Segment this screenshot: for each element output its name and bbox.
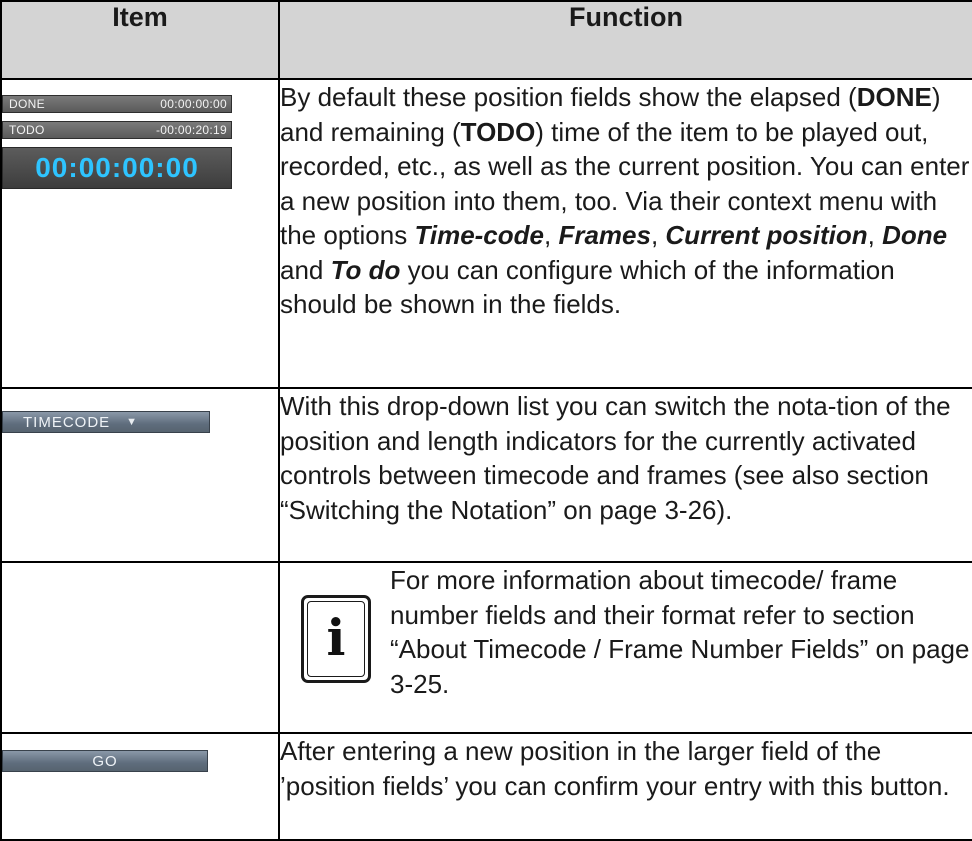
done-field[interactable]: DONE 00:00:00:00: [2, 95, 232, 113]
info-note-text: For more information about timecode/ fra…: [390, 565, 970, 699]
go-button-description: After entering a new position in the lar…: [278, 732, 972, 841]
table-row-position-fields: DONE 00:00:00:00 TODO -00:00:20:19 00:00…: [0, 78, 972, 389]
info-note-cell: i For more information about timecode/ f…: [278, 561, 972, 734]
position-fields-description: By default these position fields show th…: [278, 78, 972, 389]
table-header-row: Item Function: [0, 0, 972, 80]
table-row-go-button: GO After entering a new position in the …: [0, 732, 972, 841]
dropdown-description: With this drop-down list you can switch …: [278, 387, 972, 563]
current-position-field[interactable]: 00:00:00:00: [2, 147, 232, 189]
done-label: DONE: [9, 97, 45, 111]
option-frames: Frames: [558, 220, 651, 250]
table-row-info-note: i For more information about timecode/ f…: [0, 561, 972, 734]
position-fields-cell: DONE 00:00:00:00 TODO -00:00:20:19 00:00…: [0, 78, 280, 389]
todo-field[interactable]: TODO -00:00:20:19: [2, 121, 232, 139]
todo-value: -00:00:20:19: [156, 123, 227, 137]
separator-4: and: [280, 254, 331, 285]
current-position-value: 00:00:00:00: [35, 152, 199, 183]
go-button-cell: GO: [0, 732, 280, 841]
separator-1: ,: [544, 220, 559, 250]
go-button-label: GO: [92, 752, 118, 770]
column-header-item: Item: [0, 0, 280, 80]
keyword-todo: TODO: [460, 116, 536, 147]
option-to-do: To do: [330, 254, 401, 285]
chevron-down-icon: ▼: [126, 416, 139, 428]
table-row-notation-dropdown: TIMECODE ▼ With this drop-down list you …: [0, 387, 972, 563]
item-function-table: Item Function DONE 00:00:00:00 TODO -00:…: [0, 0, 972, 841]
info-glyph: i: [326, 608, 346, 667]
empty-item-cell: [0, 561, 280, 734]
info-icon: i: [301, 595, 371, 683]
option-done: Done: [882, 220, 948, 250]
separator-3: ,: [867, 220, 883, 250]
go-button[interactable]: GO: [2, 750, 208, 772]
option-timecode: Time-code: [414, 220, 544, 250]
notation-dropdown[interactable]: TIMECODE ▼: [2, 411, 210, 433]
desc-text-a: By default these position fields show th…: [280, 82, 857, 112]
info-note: i For more information about timecode/ f…: [301, 563, 972, 701]
todo-label: TODO: [9, 123, 45, 137]
keyword-done: DONE: [856, 82, 932, 112]
option-current-position: Current position: [665, 220, 868, 250]
column-header-function: Function: [278, 0, 972, 80]
dropdown-label: TIMECODE: [23, 413, 111, 431]
separator-2: ,: [650, 220, 666, 250]
dropdown-cell: TIMECODE ▼: [0, 387, 280, 563]
done-value: 00:00:00:00: [160, 97, 227, 111]
